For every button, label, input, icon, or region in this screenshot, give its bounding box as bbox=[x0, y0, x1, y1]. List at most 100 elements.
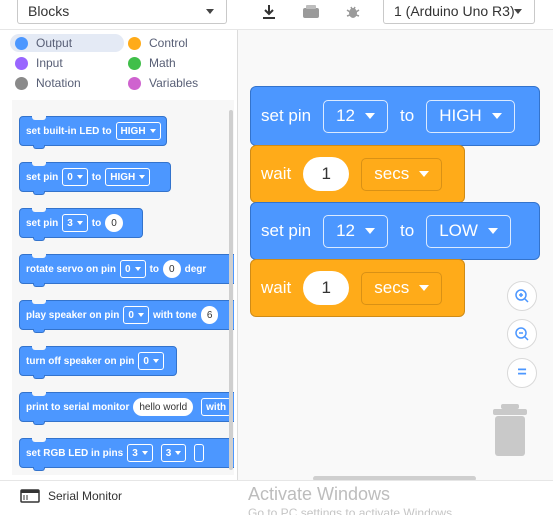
block-notch bbox=[32, 116, 46, 120]
block-notch bbox=[32, 438, 46, 442]
block-dropdown[interactable]: 3 bbox=[62, 214, 88, 232]
block-dropdown[interactable]: 0 bbox=[138, 352, 164, 370]
zoom-out-button[interactable] bbox=[507, 319, 537, 349]
block-notch bbox=[32, 162, 46, 166]
block-text: to bbox=[149, 263, 160, 275]
category-control[interactable]: Control bbox=[128, 34, 188, 52]
block-text: to bbox=[91, 217, 102, 229]
block-number-input[interactable]: 1 bbox=[303, 271, 350, 305]
category-notation[interactable]: Notation bbox=[15, 74, 81, 92]
block-dropdown-value: 12 bbox=[336, 106, 356, 125]
block-dropdown[interactable]: 12 bbox=[323, 214, 389, 248]
download-icon[interactable] bbox=[258, 2, 280, 22]
palette-block-set-rgb-led[interactable]: set RGB LED in pins 3 3 bbox=[19, 438, 234, 471]
block-dropdown[interactable]: HIGH bbox=[115, 122, 161, 140]
block-dropdown[interactable]: HIGH bbox=[426, 99, 515, 133]
block-dropdown[interactable]: 0 bbox=[62, 168, 88, 186]
monitor-icon bbox=[20, 489, 40, 503]
zoom-in-button[interactable] bbox=[507, 281, 537, 311]
board-select-value: 1 (Arduino Uno R3) bbox=[394, 3, 515, 19]
chevron-down-icon bbox=[76, 221, 83, 225]
block-dropdown[interactable]: secs bbox=[361, 271, 443, 305]
block-dropdown[interactable]: 0 bbox=[120, 260, 146, 278]
block-dropdown-value: HIGH bbox=[120, 125, 146, 137]
category-label: Input bbox=[36, 56, 63, 70]
palette-block-print-serial[interactable]: print to serial monitor hello world with bbox=[19, 392, 234, 425]
block-text: wait bbox=[261, 278, 292, 297]
block-dropdown[interactable]: with bbox=[201, 398, 232, 416]
chevron-down-icon bbox=[137, 313, 144, 317]
block-nub bbox=[33, 421, 45, 425]
block-nub bbox=[33, 237, 45, 241]
chevron-down-icon bbox=[134, 267, 141, 271]
device-icon[interactable] bbox=[300, 2, 322, 22]
category-label: Math bbox=[149, 56, 176, 70]
serial-monitor-button[interactable]: Serial Monitor bbox=[20, 489, 122, 503]
block-text: print to serial monitor bbox=[26, 401, 130, 413]
block-text: set pin bbox=[261, 221, 312, 240]
category-label: Notation bbox=[36, 76, 81, 90]
palette-block-set-pin-value[interactable]: set pin 3 to 0 bbox=[19, 208, 143, 241]
chevron-down-icon bbox=[365, 228, 376, 234]
block-text: set built-in LED to bbox=[26, 125, 112, 137]
block-dropdown[interactable]: 0 bbox=[123, 306, 149, 324]
watermark-title: Activate Windows bbox=[248, 484, 391, 504]
block-notch bbox=[32, 392, 46, 396]
chevron-down-icon bbox=[149, 129, 156, 133]
block-nub bbox=[33, 191, 45, 195]
chevron-down-icon bbox=[139, 175, 146, 179]
chevron-down-icon bbox=[175, 451, 182, 455]
palette-block-rotate-servo[interactable]: rotate servo on pin 0 to 0 degr bbox=[19, 254, 234, 287]
block-dropdown[interactable]: HIGH bbox=[105, 168, 151, 186]
block-dropdown-value: 0 bbox=[143, 355, 149, 367]
block-text: rotate servo on pin bbox=[26, 263, 117, 275]
block-dropdown[interactable]: LOW bbox=[426, 214, 511, 248]
bug-icon[interactable] bbox=[342, 2, 364, 22]
block-notch bbox=[32, 208, 46, 212]
workspace-block-wait-1[interactable]: wait 1 secs bbox=[250, 145, 465, 203]
block-text-input[interactable]: hello world bbox=[133, 398, 194, 416]
block-dropdown[interactable] bbox=[194, 444, 205, 462]
block-dropdown-value: 12 bbox=[336, 221, 356, 240]
block-nub bbox=[33, 329, 45, 333]
palette-block-set-pin[interactable]: set pin 0 to HIGH bbox=[19, 162, 171, 195]
block-dropdown-value: secs bbox=[374, 278, 410, 297]
category-variables[interactable]: Variables bbox=[128, 74, 198, 92]
category-dot-icon bbox=[128, 56, 141, 70]
palette-block-set-builtin-led[interactable]: set built-in LED to HIGH bbox=[19, 116, 167, 149]
block-number-input[interactable]: 0 bbox=[105, 214, 123, 232]
trash-icon[interactable] bbox=[491, 404, 529, 461]
block-nub bbox=[33, 283, 45, 287]
category-dot-icon bbox=[128, 36, 141, 50]
top-bar: Blocks 1 (Arduino Uno R3) bbox=[0, 0, 553, 30]
block-dropdown[interactable]: 12 bbox=[323, 99, 389, 133]
category-output[interactable]: Output bbox=[10, 34, 124, 52]
block-text: to bbox=[400, 106, 415, 125]
block-dropdown[interactable]: 3 bbox=[127, 444, 153, 462]
block-dropdown-value: 3 bbox=[132, 447, 138, 459]
workspace-block-set-pin-high[interactable]: set pin 12 to HIGH bbox=[250, 86, 540, 146]
block-dropdown[interactable]: secs bbox=[361, 157, 443, 191]
category-input[interactable]: Input bbox=[15, 54, 63, 72]
category-dot-icon bbox=[15, 36, 28, 50]
chevron-down-icon bbox=[419, 171, 430, 177]
board-select[interactable]: 1 (Arduino Uno R3) bbox=[383, 0, 535, 24]
category-math[interactable]: Math bbox=[128, 54, 176, 72]
workspace-block-wait-2[interactable]: wait 1 secs bbox=[250, 259, 465, 317]
category-select[interactable]: Blocks bbox=[17, 0, 227, 24]
chevron-down-icon bbox=[141, 451, 148, 455]
palette-block-turn-off-speaker[interactable]: turn off speaker on pin 0 bbox=[19, 346, 177, 379]
block-dropdown[interactable]: 3 bbox=[160, 444, 187, 462]
block-nub bbox=[33, 467, 45, 471]
zoom-reset-button[interactable]: = bbox=[507, 358, 537, 388]
block-number-input[interactable]: 0 bbox=[163, 260, 181, 278]
block-text: play speaker on pin bbox=[26, 309, 120, 321]
block-number-input[interactable]: 6 bbox=[200, 306, 219, 324]
palette-block-play-speaker[interactable]: play speaker on pin 0 with tone 6 bbox=[19, 300, 234, 333]
watermark-subtitle: Go to PC settings to activate Windows. bbox=[248, 506, 456, 515]
block-text: set pin bbox=[261, 106, 312, 125]
workspace-block-set-pin-low[interactable]: set pin 12 to LOW bbox=[250, 202, 540, 260]
palette-scrollbar[interactable] bbox=[229, 110, 233, 470]
block-text: set pin bbox=[26, 217, 59, 229]
block-number-input[interactable]: 1 bbox=[303, 157, 350, 191]
